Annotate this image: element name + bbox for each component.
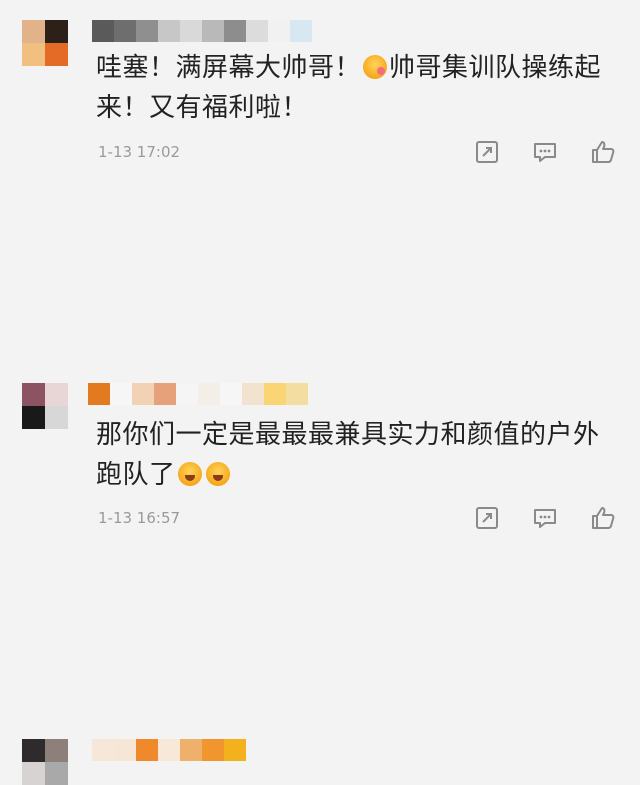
like-icon[interactable] bbox=[590, 139, 616, 165]
reply-icon[interactable] bbox=[532, 505, 558, 531]
reply-icon[interactable] bbox=[532, 139, 558, 165]
username-mosaic[interactable] bbox=[92, 739, 246, 761]
avatar[interactable] bbox=[22, 20, 68, 66]
share-icon[interactable] bbox=[474, 139, 500, 165]
username-mosaic[interactable] bbox=[92, 20, 312, 42]
comment-item bbox=[0, 366, 640, 785]
comment-text-part: 那你们一定是最最最兼具实力和颜值的户外跑队了 bbox=[96, 420, 600, 490]
timestamp: 1-13 17:02 bbox=[98, 143, 181, 161]
excited-face-icon bbox=[177, 462, 202, 486]
excited-face-icon bbox=[205, 462, 230, 486]
comment-item: 那你们一定是最最最兼具实力和颜值的户外跑队了 1-13 16:57 bbox=[0, 183, 640, 529]
like-icon[interactable] bbox=[590, 505, 616, 531]
share-icon[interactable] bbox=[474, 505, 500, 531]
comment-item: 哇塞！满屏幕大帅哥！ 帅哥集训队操练起来！又有福利啦！ 1-13 17:02 bbox=[0, 0, 640, 183]
avatar[interactable] bbox=[22, 739, 68, 785]
comment-text: 哇塞！满屏幕大帅哥！ 帅哥集训队操练起来！又有福利啦！ bbox=[96, 48, 616, 128]
comment-text: 那你们一定是最最最兼具实力和颜值的户外跑队了 bbox=[96, 415, 616, 495]
timestamp: 1-13 16:57 bbox=[98, 509, 181, 527]
kiss-face-icon bbox=[363, 55, 388, 79]
comment-text-part: 哇塞！满屏幕大帅哥！ bbox=[96, 53, 362, 83]
